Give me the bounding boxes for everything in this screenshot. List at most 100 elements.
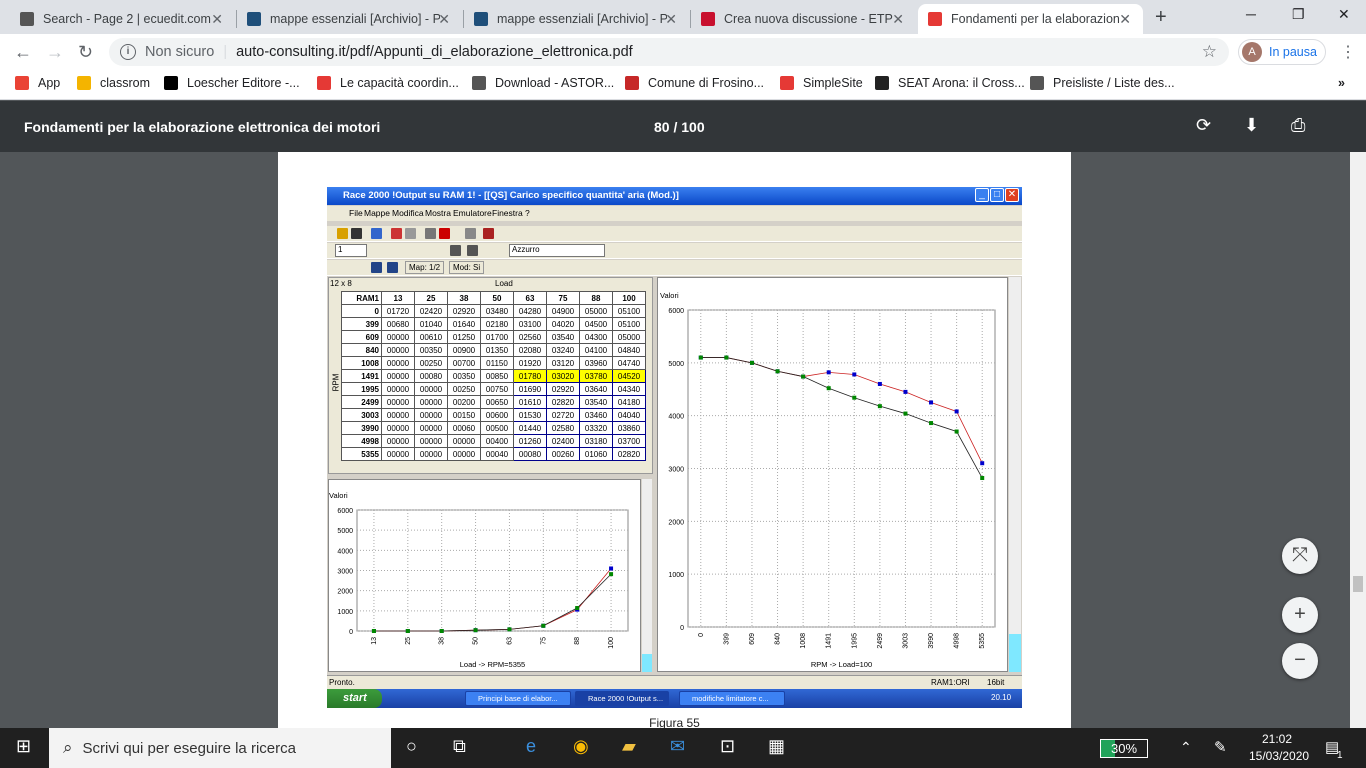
bookmark-item[interactable]: SimpleSite [780, 76, 863, 90]
pen-icon[interactable]: ✎ [1214, 738, 1227, 756]
tab-3[interactable]: Crea nuova discussione - ETP S ✕ [691, 4, 916, 34]
menu-emulatore[interactable]: Emulatore [453, 208, 492, 218]
table-cell[interactable]: 00000 [447, 434, 481, 448]
download-icon[interactable]: ⬇ [1244, 115, 1259, 136]
table-cell[interactable]: 05000 [612, 330, 646, 344]
edit-icon[interactable] [405, 228, 416, 239]
more-bookmarks-icon[interactable]: » [1338, 76, 1345, 90]
print-icon[interactable]: ⎙ [1291, 115, 1305, 136]
table-cell[interactable]: 02820 [612, 447, 646, 461]
table-cell[interactable]: 01610 [513, 395, 547, 409]
table-cell[interactable]: 00000 [381, 395, 415, 409]
table-cell[interactable]: 00000 [381, 382, 415, 396]
profile-button[interactable]: A In pausa [1238, 39, 1326, 65]
value-field[interactable]: 1 [335, 244, 367, 257]
menu-mostra[interactable]: Mostra [425, 208, 451, 218]
menu-file[interactable]: File [349, 208, 363, 218]
table-cell[interactable]: 04280 [513, 304, 547, 318]
table-cell[interactable]: 03860 [612, 421, 646, 435]
chart-scrollbar[interactable] [642, 479, 652, 672]
table-cell[interactable]: 00500 [480, 421, 514, 435]
task-button[interactable]: Principi base di elabor... [465, 691, 571, 706]
table-cell[interactable]: 01720 [381, 304, 415, 318]
close-icon[interactable]: ✕ [892, 11, 904, 28]
table-cell[interactable]: 00000 [381, 369, 415, 383]
table-cell[interactable]: 04500 [579, 317, 613, 331]
table-cell[interactable]: 04740 [612, 356, 646, 370]
chart-scrollbar[interactable] [1009, 277, 1021, 672]
url-text[interactable]: auto-consulting.it/pdf/Appunti_di_elabor… [236, 44, 633, 60]
print-app-icon[interactable] [425, 228, 436, 239]
table-cell[interactable]: 03960 [579, 356, 613, 370]
app-maximize-icon[interactable]: □ [990, 188, 1004, 202]
copy-icon[interactable] [450, 245, 461, 256]
table-cell[interactable]: 02920 [546, 382, 580, 396]
table-cell[interactable]: 00000 [414, 434, 448, 448]
forward-icon[interactable]: → [46, 42, 64, 63]
chip-icon[interactable] [465, 228, 476, 239]
table-cell[interactable]: 00400 [480, 434, 514, 448]
zoom-out-button[interactable]: − [1282, 643, 1318, 679]
taskbar-search[interactable]: ⌕ Scrivi qui per eseguire la ricerca [49, 728, 391, 768]
table-cell[interactable]: 00000 [381, 434, 415, 448]
table-cell[interactable]: 00900 [447, 343, 481, 357]
chrome-icon[interactable]: ◉ [573, 736, 589, 757]
table-cell[interactable]: 00000 [381, 356, 415, 370]
table-cell[interactable]: 03480 [480, 304, 514, 318]
task-button[interactable]: modifiche limitatore c... [679, 691, 785, 706]
clock-time[interactable]: 21:02 [1262, 732, 1292, 746]
windows-start-icon[interactable]: ⊞ [16, 736, 31, 757]
table-cell[interactable]: 00610 [414, 330, 448, 344]
table-cell[interactable]: 02820 [546, 395, 580, 409]
app-close-icon[interactable]: ✕ [1005, 188, 1019, 202]
table-cell[interactable]: 00060 [447, 421, 481, 435]
table-cell[interactable]: 03540 [579, 395, 613, 409]
table-cell[interactable]: 00000 [414, 421, 448, 435]
bookmark-star-icon[interactable]: ☆ [1202, 42, 1217, 62]
table-cell[interactable]: 02080 [513, 343, 547, 357]
rotate-icon[interactable]: ⟳ [1196, 115, 1211, 136]
table-cell[interactable]: 00000 [381, 408, 415, 422]
table-cell[interactable]: 02580 [546, 421, 580, 435]
table-cell[interactable]: 04900 [546, 304, 580, 318]
table-cell[interactable]: 00680 [381, 317, 415, 331]
table-cell[interactable]: 04520 [612, 369, 646, 383]
table-cell[interactable]: 02400 [546, 434, 580, 448]
table-cell[interactable]: 00040 [480, 447, 514, 461]
tab-1[interactable]: mappe essenziali [Archivio] - P ✕ [237, 4, 462, 34]
table-cell[interactable]: 00600 [480, 408, 514, 422]
bookmark-item[interactable]: Comune di Frosino... [625, 76, 764, 90]
bookmark-item[interactable]: classrom [77, 76, 150, 90]
close-window-icon[interactable]: ✕ [1338, 6, 1350, 23]
table-cell[interactable]: 04020 [546, 317, 580, 331]
store-icon[interactable]: ⊡ [720, 736, 735, 757]
menu-finestra[interactable]: Finestra [492, 208, 523, 218]
table-cell[interactable]: 03320 [579, 421, 613, 435]
table-cell[interactable]: 03240 [546, 343, 580, 357]
table-cell[interactable]: 04300 [579, 330, 613, 344]
table-cell[interactable]: 05000 [579, 304, 613, 318]
cortana-icon[interactable]: ○ [406, 736, 417, 757]
explorer-icon[interactable]: ▰ [622, 736, 636, 757]
table-cell[interactable]: 03120 [546, 356, 580, 370]
table-cell[interactable]: 04340 [612, 382, 646, 396]
table-cell[interactable]: 00850 [480, 369, 514, 383]
table-cell[interactable]: 01780 [513, 369, 547, 383]
table-cell[interactable]: 03640 [579, 382, 613, 396]
table-cell[interactable]: 00150 [447, 408, 481, 422]
table-cell[interactable]: 01530 [513, 408, 547, 422]
bookmark-item[interactable]: Download - ASTOR... [472, 76, 614, 90]
table-cell[interactable]: 00000 [447, 447, 481, 461]
bookmark-item[interactable]: Preisliste / Liste des... [1030, 76, 1175, 90]
table-cell[interactable]: 01690 [513, 382, 547, 396]
table-cell[interactable]: 00250 [447, 382, 481, 396]
edge-icon[interactable]: e [526, 736, 536, 757]
tab-2[interactable]: mappe essenziali [Archivio] - P ✕ [464, 4, 689, 34]
close-icon[interactable]: ✕ [665, 11, 677, 28]
bookmark-apps[interactable]: App [15, 76, 60, 90]
bookmark-item[interactable]: Loescher Editore -... [164, 76, 300, 90]
reload-icon[interactable]: ↻ [78, 42, 93, 63]
car-icon[interactable] [483, 228, 494, 239]
table-cell[interactable]: 00000 [381, 421, 415, 435]
tab-0[interactable]: Search - Page 2 | ecuedit.com ✕ [10, 4, 235, 34]
